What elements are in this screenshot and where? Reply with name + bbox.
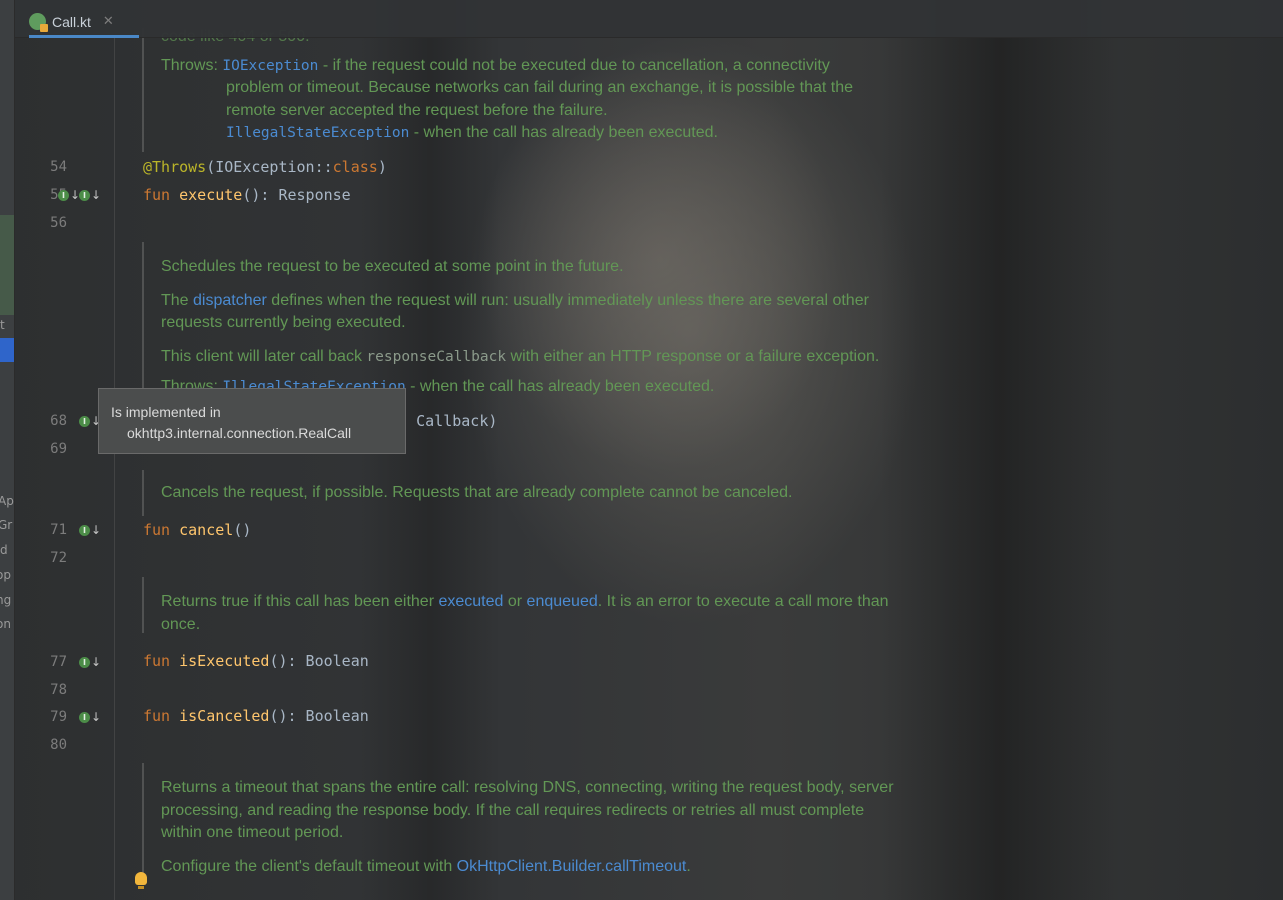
doc-paragraph: Configure the client's default timeout w… bbox=[161, 856, 691, 878]
code-text: (): Boolean bbox=[269, 652, 369, 670]
doc-text: with either an HTTP response or a failur… bbox=[506, 348, 880, 365]
keyword: class bbox=[332, 158, 378, 176]
line-number: 77 bbox=[50, 654, 67, 670]
code-line-77[interactable]: fun isExecuted(): Boolean bbox=[143, 652, 369, 670]
line-number: 72 bbox=[50, 550, 67, 566]
code-text: (IOException:: bbox=[206, 158, 333, 176]
tab-label: Call.kt bbox=[52, 13, 91, 30]
line-number: 68 bbox=[50, 413, 67, 429]
line-number: 78 bbox=[50, 682, 67, 698]
doc-link-ioexception[interactable]: IOException bbox=[222, 58, 318, 74]
doc-text: within one timeout period. bbox=[161, 824, 344, 841]
implemented-marker-icon[interactable]: I ↓ bbox=[58, 188, 80, 202]
doc-text: Schedules the request to be executed at … bbox=[161, 258, 624, 275]
code-text: (): Boolean bbox=[269, 707, 369, 725]
doc-throws-line: Throws: IOException - if the request cou… bbox=[161, 55, 830, 77]
doc-comment-border bbox=[142, 28, 144, 152]
keyword: fun bbox=[143, 521, 180, 539]
line-number: 80 bbox=[50, 737, 67, 753]
annotation: @Throws bbox=[143, 158, 207, 176]
doc-link-illegalstateexception[interactable]: IllegalStateException bbox=[226, 125, 409, 141]
code-line-71[interactable]: fun cancel() bbox=[143, 521, 251, 539]
doc-comment-border bbox=[142, 577, 144, 633]
doc-text: remote server accepted the request befor… bbox=[226, 102, 608, 119]
doc-text: Returns a timeout that spans the entire … bbox=[161, 779, 894, 796]
implemented-in-tooltip: Is implemented in okhttp3.internal.conne… bbox=[98, 388, 406, 454]
doc-paragraph: This client will later call back respons… bbox=[161, 346, 879, 368]
line-number: 69 bbox=[50, 441, 67, 457]
doc-text: Returns true if this call has been eithe… bbox=[161, 593, 439, 610]
doc-text: Cancels the request, if possible. Reques… bbox=[161, 484, 793, 501]
doc-text: requests currently being executed. bbox=[161, 314, 406, 331]
function-name: cancel bbox=[179, 521, 234, 539]
doc-link-enqueued[interactable]: enqueued bbox=[527, 593, 598, 610]
doc-text: - when the call has already been execute… bbox=[409, 124, 718, 141]
project-panel-fragment[interactable]: t bbox=[0, 318, 5, 332]
lightbulb-icon[interactable] bbox=[135, 872, 147, 889]
close-icon[interactable]: ✕ bbox=[103, 14, 114, 29]
implemented-marker-icon[interactable]: I ↓ bbox=[79, 523, 101, 537]
implemented-marker-icon[interactable]: I ↓ bbox=[79, 710, 101, 724]
line-number: 71 bbox=[50, 522, 67, 538]
tooltip-target-link[interactable]: okhttp3.internal.connection.RealCall bbox=[111, 423, 405, 444]
code-editor[interactable]: code like 404 or 500. Throws: IOExceptio… bbox=[116, 28, 1283, 900]
doc-paragraph: Returns true if this call has been eithe… bbox=[161, 591, 889, 613]
doc-text: problem or timeout. Because networks can… bbox=[226, 79, 854, 96]
doc-text: processing, and reading the response bod… bbox=[161, 802, 865, 819]
line-number: 56 bbox=[50, 215, 67, 231]
doc-text: Configure the client's default timeout w… bbox=[161, 858, 457, 875]
doc-text: or bbox=[503, 593, 527, 610]
doc-text: The bbox=[161, 292, 194, 309]
project-panel-highlight bbox=[0, 215, 14, 315]
implemented-marker-icon[interactable]: I ↓ bbox=[79, 655, 101, 669]
tooltip-title: Is implemented in bbox=[111, 404, 221, 420]
project-panel-fragment[interactable]: ng bbox=[0, 593, 11, 607]
code-line-55[interactable]: fun execute(): Response bbox=[143, 186, 351, 204]
doc-link-calltimeout[interactable]: OkHttpClient.Builder.callTimeout bbox=[457, 858, 687, 875]
doc-text: - if the request could not be executed d… bbox=[318, 57, 830, 74]
code-text: () bbox=[233, 521, 252, 539]
function-name: isExecuted bbox=[179, 652, 270, 670]
doc-link-executed[interactable]: executed bbox=[438, 593, 503, 610]
editor-gutter[interactable]: 54 55 56 68 69 71 72 77 78 79 80 I↓ I↓ I… bbox=[15, 38, 115, 900]
project-panel-fragment[interactable]: d bbox=[0, 543, 8, 557]
function-name: execute bbox=[179, 186, 243, 204]
project-panel-fragment[interactable]: on bbox=[0, 617, 11, 631]
project-panel-fragment[interactable]: Ap bbox=[0, 494, 14, 508]
project-panel-fragment[interactable]: Gr bbox=[0, 518, 12, 532]
kotlin-interface-icon bbox=[29, 13, 48, 32]
doc-comment-border bbox=[142, 470, 144, 516]
code-line-79[interactable]: fun isCanceled(): Boolean bbox=[143, 707, 369, 725]
keyword: fun bbox=[143, 652, 180, 670]
doc-throws-label: Throws: bbox=[161, 57, 218, 74]
code-text: ) bbox=[377, 158, 387, 176]
doc-text: defines when the request will run: usual… bbox=[266, 292, 869, 309]
doc-comment-border bbox=[142, 242, 144, 400]
doc-text: This client will later call back bbox=[161, 348, 367, 365]
keyword: fun bbox=[143, 186, 180, 204]
project-panel-sliver[interactable]: t Ap Gr d op ng on bbox=[0, 0, 15, 900]
doc-comment-border bbox=[142, 763, 144, 883]
doc-paragraph: The dispatcher defines when the request … bbox=[161, 290, 869, 312]
line-number: 54 bbox=[50, 159, 67, 175]
code-line-54[interactable]: @Throws(IOException::class) bbox=[143, 158, 387, 176]
doc-text: once. bbox=[161, 616, 201, 633]
project-panel-fragment[interactable]: op bbox=[0, 568, 11, 582]
function-name: isCanceled bbox=[179, 707, 270, 725]
doc-text: - when the call has already been execute… bbox=[405, 378, 715, 395]
editor-tab-bar: Call.kt ✕ bbox=[15, 0, 1283, 38]
line-number: 79 bbox=[50, 709, 67, 725]
doc-text: . bbox=[686, 858, 691, 875]
doc-throws-line: IllegalStateException - when the call ha… bbox=[226, 122, 718, 144]
doc-text: . It is an error to execute a call more … bbox=[597, 593, 889, 610]
project-panel-selection bbox=[0, 338, 14, 362]
tab-call-kt[interactable]: Call.kt ✕ bbox=[29, 8, 139, 38]
doc-code-ref: responseCallback bbox=[366, 349, 507, 365]
code-text: (): Response bbox=[242, 186, 351, 204]
implemented-marker-icon[interactable]: I ↓ bbox=[79, 188, 101, 202]
doc-link-dispatcher[interactable]: dispatcher bbox=[193, 292, 267, 309]
keyword: fun bbox=[143, 707, 180, 725]
